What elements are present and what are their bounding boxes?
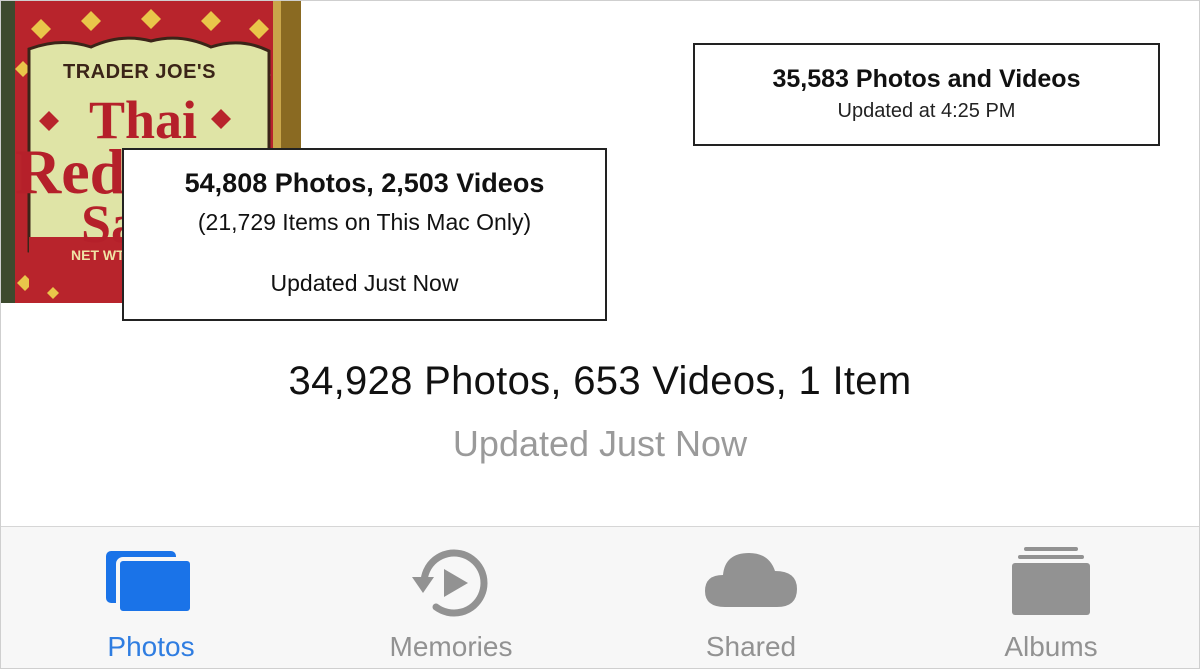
tab-albums[interactable]: Albums [901,527,1199,668]
albums-icon [1010,545,1092,622]
thumb-netwt: NET WT [71,247,125,263]
photos-icon [106,545,196,622]
tab-photos-label: Photos [107,631,195,662]
mac-library-count: 54,808 Photos, 2,503 Videos [184,168,545,198]
tab-shared-label: Shared [705,631,797,662]
cloud-icon [703,545,799,620]
library-summary-count: 34,928 Photos, 653 Videos, 1 Item [288,359,912,403]
library-updated-status: Updated at 4:25 PM [837,100,1016,122]
library-summary-updated: Updated Just Now [452,423,748,464]
tab-memories-label: Memories [389,631,513,662]
library-callout: 35,583 Photos and Videos Updated at 4:25… [693,43,1160,146]
thumb-brand-text: TRADER JOE'S [63,61,217,83]
tab-albums-label: Albums [1004,631,1098,662]
memories-icon [408,545,494,626]
mac-library-callout: 54,808 Photos, 2,503 Videos (21,729 Item… [122,148,607,321]
tab-photos[interactable]: Photos [1,527,301,668]
mac-updated-status: Updated Just Now [270,270,459,296]
mac-only-items: (21,729 Items on This Mac Only) [197,209,532,235]
library-count: 35,583 Photos and Videos [772,65,1081,93]
tab-bar: Photos Memories Shared Albums [1,526,1199,668]
tab-shared[interactable]: Shared [601,527,901,668]
photos-screen: TRADER JOE'S Thai Red C Sa NET WT 54,808… [0,0,1200,669]
tab-memories[interactable]: Memories [301,527,601,668]
